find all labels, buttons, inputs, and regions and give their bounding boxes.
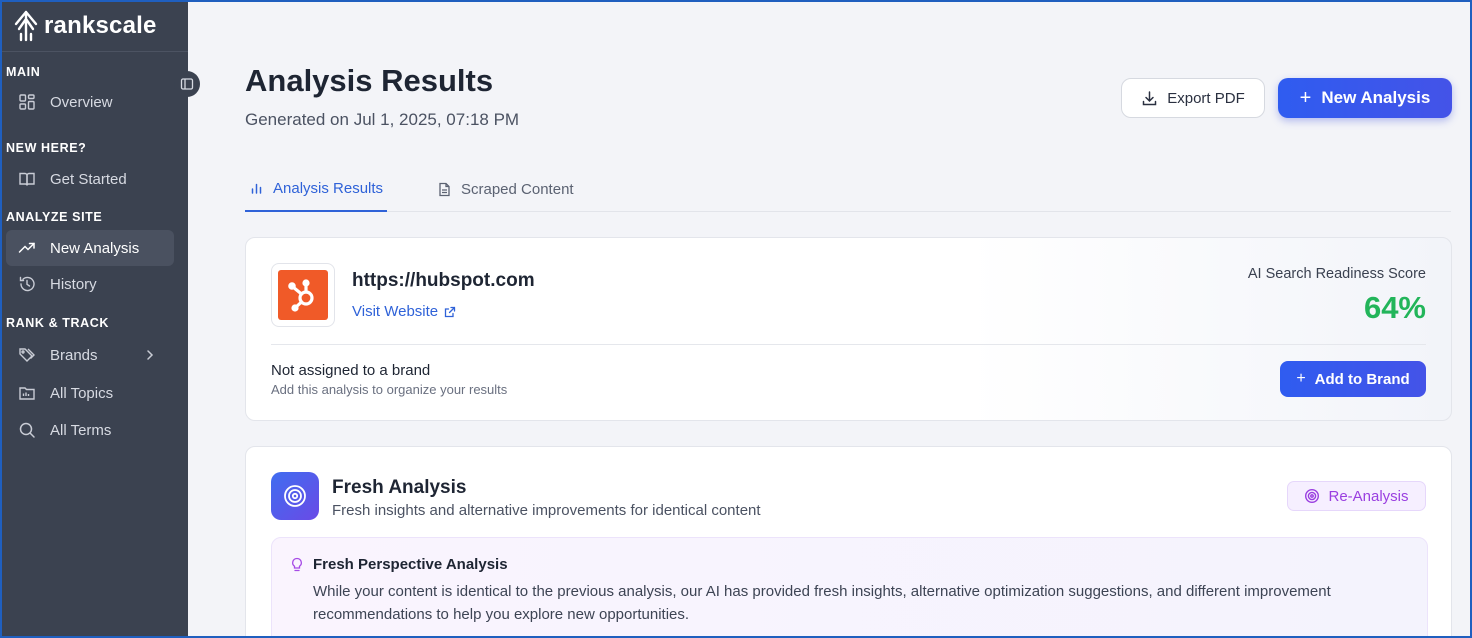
section-main: MAIN (6, 65, 41, 79)
visit-website-label: Visit Website (352, 303, 439, 320)
add-to-brand-label: Add to Brand (1314, 370, 1410, 388)
sidebar-item-new-analysis[interactable]: New Analysis (6, 230, 174, 266)
history-icon (19, 276, 35, 292)
tab-label: Scraped Content (461, 180, 574, 198)
section-analyze-site: ANALYZE SITE (6, 210, 103, 224)
tab-analysis-results[interactable]: Analysis Results (245, 166, 388, 212)
sidebar-item-get-started[interactable]: Get Started (6, 161, 174, 197)
sidebar-item-label: History (50, 275, 97, 293)
plus-icon: + (1296, 370, 1306, 387)
sidebar-item-label: All Topics (50, 384, 114, 402)
section-new-here: NEW HERE? (6, 141, 87, 155)
sidebar: rankscale MAIN Overview NEW HERE? Get St… (0, 0, 188, 638)
export-pdf-label: Export PDF (1167, 89, 1245, 107)
fresh-analysis-subtitle: Fresh insights and alternative improveme… (332, 502, 761, 519)
hubspot-logo-icon (278, 270, 328, 320)
site-url: https://hubspot.com (352, 270, 535, 291)
sidebar-toggle-button[interactable] (174, 71, 200, 97)
fresh-perspective-body: While your content is identical to the p… (313, 583, 1331, 623)
target-icon (1305, 488, 1320, 504)
site-summary-card: https://hubspot.com Visit Website AI Sea… (245, 237, 1452, 421)
document-icon (439, 182, 450, 196)
sidebar-item-label: New Analysis (50, 239, 140, 257)
folder-icon (19, 387, 35, 400)
sidebar-item-label: All Terms (50, 421, 112, 439)
sidebar-item-label: Brands (50, 346, 98, 364)
readiness-score-value: 64% (1363, 290, 1426, 325)
generated-timestamp: Generated on Jul 1, 2025, 07:18 PM (245, 110, 520, 129)
bar-chart-icon (251, 183, 262, 194)
new-analysis-label: New Analysis (1321, 88, 1431, 107)
sidebar-item-overview[interactable]: Overview (6, 84, 174, 120)
chevron-right-icon[interactable] (144, 349, 156, 361)
brand-logo[interactable]: rankscale (0, 0, 188, 52)
plus-icon: + (1299, 86, 1312, 109)
sidebar-item-history[interactable]: History (6, 266, 174, 302)
section-rank-track: RANK & TRACK (6, 316, 110, 330)
external-link-icon (445, 306, 456, 317)
search-icon (19, 422, 35, 438)
trend-up-icon (18, 242, 35, 253)
export-pdf-button[interactable]: Export PDF (1121, 78, 1265, 118)
fresh-perspective-title: Fresh Perspective Analysis (313, 556, 508, 573)
book-icon (19, 172, 35, 186)
visit-website-link[interactable]: Visit Website (352, 303, 456, 320)
sidebar-item-all-topics[interactable]: All Topics (6, 375, 174, 411)
add-to-brand-button[interactable]: + Add to Brand (1280, 361, 1426, 397)
brand-name: rankscale (44, 11, 157, 39)
fresh-perspective-panel: Fresh Perspective Analysis While your co… (271, 537, 1428, 638)
site-logo (271, 263, 335, 327)
card-divider (271, 344, 1426, 345)
re-analysis-label: Re-Analysis (1328, 487, 1409, 505)
sidebar-item-all-terms[interactable]: All Terms (6, 412, 174, 448)
fresh-analysis-card: Fresh Analysis Fresh insights and altern… (245, 446, 1452, 638)
sidebar-toggle-icon (180, 78, 194, 90)
re-analysis-button[interactable]: Re-Analysis (1287, 481, 1426, 511)
rankscale-logo-icon (14, 10, 38, 41)
sidebar-item-brands[interactable]: Brands (6, 337, 174, 373)
brand-status: Not assigned to a brand (271, 362, 431, 379)
brand-hint: Add this analysis to organize your resul… (271, 382, 508, 397)
main-content: Analysis Results Generated on Jul 1, 202… (188, 0, 1472, 638)
tab-bar: Analysis Results Scraped Content (245, 166, 1451, 212)
tab-label: Analysis Results (273, 179, 384, 197)
tab-scraped-content[interactable]: Scraped Content (437, 166, 574, 212)
sidebar-item-label: Get Started (50, 170, 127, 188)
new-analysis-button[interactable]: + New Analysis (1278, 78, 1452, 118)
page-title: Analysis Results (245, 63, 494, 98)
lightbulb-icon (292, 557, 302, 572)
download-icon (1142, 90, 1157, 105)
grid-icon (19, 94, 35, 110)
sidebar-item-label: Overview (50, 93, 113, 111)
tag-icon (19, 348, 35, 362)
fresh-analysis-title: Fresh Analysis (332, 477, 467, 498)
score-label: AI Search Readiness Score (1247, 266, 1426, 282)
target-icon (271, 472, 319, 520)
